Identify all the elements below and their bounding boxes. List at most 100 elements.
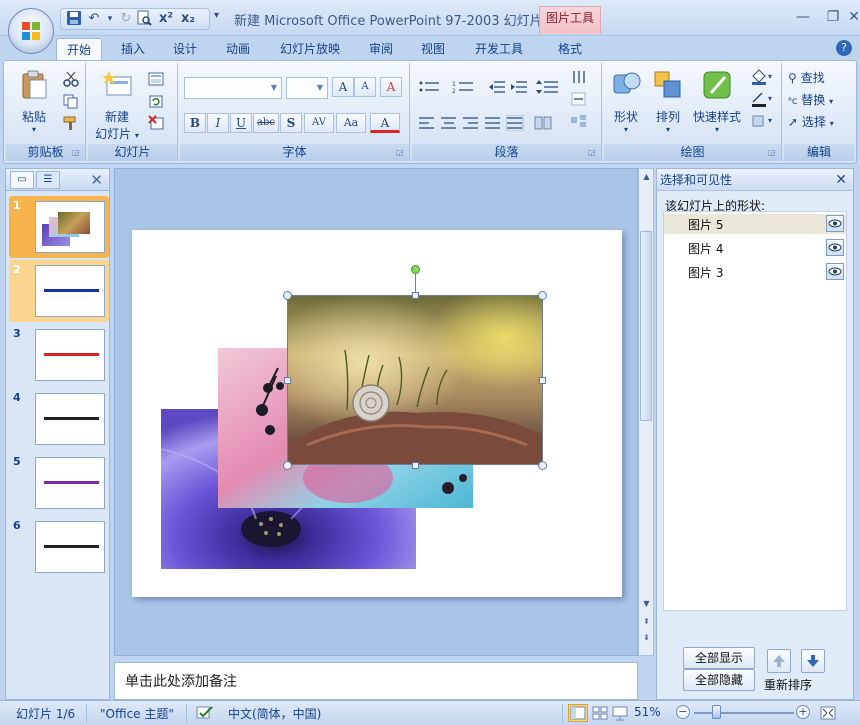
italic-button[interactable]: I: [207, 113, 229, 133]
new-slide-button[interactable]: 新建 幻灯片 ▾: [92, 69, 142, 142]
eye-icon[interactable]: [826, 239, 844, 256]
arrange-dropdown-icon[interactable]: ▾: [648, 125, 688, 134]
office-button[interactable]: [8, 8, 54, 54]
delete-slide-icon[interactable]: [148, 115, 166, 131]
select-button[interactable]: ➚ 选择 ▾: [788, 113, 834, 130]
tab-format[interactable]: 格式: [548, 38, 592, 62]
tab-slideshow[interactable]: 幻灯片放映: [271, 38, 349, 62]
save-icon[interactable]: [65, 10, 83, 28]
change-case-button[interactable]: Aa: [336, 113, 366, 133]
distributed-icon[interactable]: [506, 115, 524, 131]
minimize-button[interactable]: —: [788, 6, 818, 28]
shape-fill-icon[interactable]: ▾: [750, 69, 776, 85]
text-direction-icon[interactable]: [570, 69, 588, 85]
scroll-up-icon[interactable]: ▲: [640, 170, 653, 184]
slideshow-view-icon[interactable]: [610, 704, 630, 722]
zoom-in-button[interactable]: +: [796, 705, 810, 719]
resize-handle-ne[interactable]: [538, 291, 547, 300]
tab-review[interactable]: 审阅: [362, 38, 400, 62]
paragraph-launcher-icon[interactable]: ◲: [588, 148, 598, 158]
previous-slide-icon[interactable]: ⇞: [640, 615, 653, 629]
slide-thumbnail-5[interactable]: 5: [9, 455, 109, 515]
resize-handle-e[interactable]: [539, 377, 546, 384]
slide-thumbnail-3[interactable]: 3: [9, 327, 109, 387]
zoom-slider-thumb[interactable]: [712, 705, 721, 719]
font-name-combo[interactable]: ▼: [184, 77, 282, 99]
normal-view-icon[interactable]: [568, 704, 588, 722]
slide-canvas[interactable]: [132, 230, 622, 597]
tab-outline[interactable]: ☰: [36, 171, 60, 189]
print-preview-icon[interactable]: [135, 10, 153, 28]
superscript-button[interactable]: x²: [157, 10, 175, 28]
spellcheck-icon[interactable]: [196, 705, 214, 724]
slide-thumbnail-4[interactable]: 4: [9, 391, 109, 451]
line-spacing-icon[interactable]: [536, 79, 566, 95]
layout-icon[interactable]: [148, 71, 166, 87]
tab-developer[interactable]: 开发工具: [466, 38, 532, 62]
align-left-icon[interactable]: [418, 115, 436, 131]
shapes-dropdown-icon[interactable]: ▾: [608, 125, 644, 134]
rotate-handle[interactable]: [411, 265, 420, 274]
clipboard-launcher-icon[interactable]: ◲: [72, 148, 82, 158]
align-right-icon[interactable]: [462, 115, 480, 131]
customize-qat-icon[interactable]: ▾: [214, 10, 219, 21]
language-indicator[interactable]: 中文(简体，中国): [228, 705, 321, 722]
restore-button[interactable]: ❐: [818, 6, 848, 28]
resize-handle-sw[interactable]: [283, 461, 292, 470]
move-down-button[interactable]: [801, 649, 825, 673]
eye-icon[interactable]: [826, 263, 844, 280]
slide-thumbnail-6[interactable]: 6: [9, 519, 109, 579]
fit-to-window-icon[interactable]: [818, 704, 838, 722]
cut-icon[interactable]: [62, 71, 80, 87]
zoom-level[interactable]: 51%: [634, 705, 661, 719]
font-launcher-icon[interactable]: ◲: [396, 148, 406, 158]
reset-icon[interactable]: [148, 93, 166, 109]
font-size-combo[interactable]: ▼: [286, 77, 328, 99]
justify-icon[interactable]: [484, 115, 502, 131]
smartart-convert-icon[interactable]: [570, 113, 588, 129]
show-all-button[interactable]: 全部显示: [683, 647, 755, 669]
decrease-indent-icon[interactable]: [488, 79, 506, 95]
picture-5-selected[interactable]: [287, 295, 543, 465]
align-text-icon[interactable]: [570, 91, 588, 107]
shape-outline-icon[interactable]: ▾: [750, 91, 776, 107]
chevron-down-icon[interactable]: ▼: [267, 78, 281, 98]
resize-handle-nw[interactable]: [283, 291, 292, 300]
close-icon[interactable]: ✕: [90, 171, 103, 189]
slide-sorter-view-icon[interactable]: [590, 704, 610, 722]
redo-icon[interactable]: ↻: [117, 10, 135, 28]
scroll-down-icon[interactable]: ▼: [640, 597, 653, 611]
resize-handle-s[interactable]: [412, 462, 419, 469]
numbering-icon[interactable]: 12: [452, 79, 482, 95]
resize-handle-n[interactable]: [412, 292, 419, 299]
increase-indent-icon[interactable]: [510, 79, 528, 95]
strikethrough-button[interactable]: abc: [253, 113, 279, 133]
shape-effects-icon[interactable]: ▾: [750, 113, 776, 129]
shapes-button[interactable]: 形状 ▾: [608, 69, 644, 134]
character-spacing-button[interactable]: AV: [304, 113, 334, 133]
find-button[interactable]: ⚲ 查找: [788, 69, 825, 86]
scroll-thumb[interactable]: [640, 231, 652, 421]
underline-button[interactable]: U: [230, 113, 252, 133]
copy-icon[interactable]: [62, 93, 80, 109]
replace-button[interactable]: ᵃc 替换 ▾: [788, 91, 833, 108]
zoom-slider-track[interactable]: [694, 712, 794, 714]
drawing-launcher-icon[interactable]: ◲: [768, 148, 778, 158]
quick-styles-button[interactable]: 快速样式 ▾: [690, 69, 744, 134]
clear-format-button[interactable]: A: [380, 77, 402, 97]
list-item[interactable]: 图片 4: [664, 238, 846, 258]
slide-thumbnail-2[interactable]: 2: [9, 260, 109, 323]
grow-font-button[interactable]: A: [332, 77, 354, 97]
align-center-icon[interactable]: [440, 115, 458, 131]
list-item[interactable]: 图片 5: [664, 214, 846, 234]
move-up-button[interactable]: [767, 649, 791, 673]
next-slide-icon[interactable]: ⇟: [640, 631, 653, 645]
close-button[interactable]: ✕: [848, 6, 860, 28]
help-icon[interactable]: ?: [836, 40, 852, 56]
paste-dropdown-icon[interactable]: ▾: [14, 125, 54, 134]
tab-slides[interactable]: ▭: [10, 171, 34, 189]
slide-thumbnail-1[interactable]: 1: [9, 196, 109, 259]
resize-handle-se[interactable]: [538, 461, 547, 470]
subscript-button[interactable]: x₂: [179, 10, 197, 28]
vertical-scrollbar[interactable]: ▲ ▼ ⇞ ⇟: [638, 168, 654, 656]
